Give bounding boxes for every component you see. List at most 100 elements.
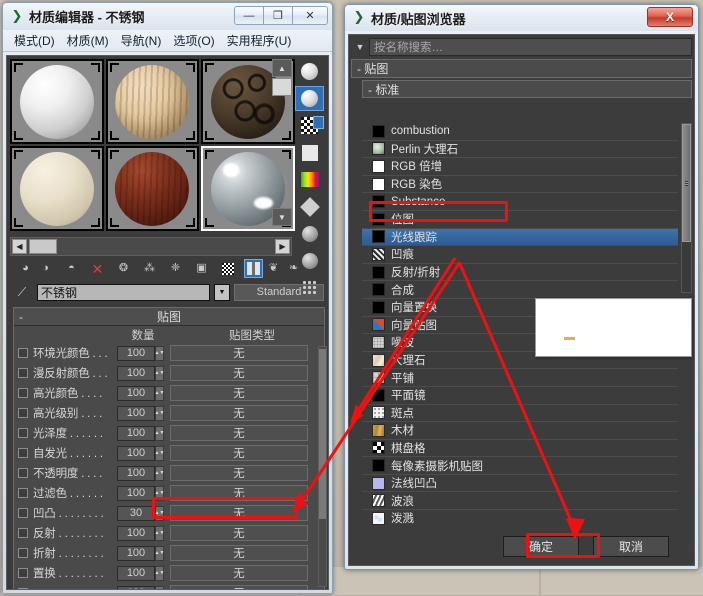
- spinner-icon[interactable]: ▲▼: [155, 365, 164, 381]
- lock-icon[interactable]: [313, 116, 324, 129]
- scroll-right-button[interactable]: ▶: [275, 239, 290, 254]
- map-row-slot-button[interactable]: 无: [170, 445, 308, 461]
- collapse-icon[interactable]: -: [19, 310, 23, 324]
- map-row-slot-button-reflection[interactable]: 无: [170, 525, 308, 541]
- browser-search-row[interactable]: ▼ 按名称搜索…: [349, 35, 694, 56]
- list-item[interactable]: 平面镜: [362, 387, 678, 405]
- list-item[interactable]: 合成: [362, 281, 678, 299]
- map-row-amount[interactable]: 100: [117, 385, 155, 401]
- material-name-field[interactable]: 不锈钢: [37, 283, 210, 301]
- show-map-in-viewport-icon[interactable]: [218, 259, 237, 278]
- spinner-icon[interactable]: ▲▼: [155, 545, 164, 561]
- close-button[interactable]: ✕: [292, 6, 328, 25]
- chevron-down-icon[interactable]: ▼: [351, 42, 369, 52]
- window-controls[interactable]: — ❐ ✕: [234, 6, 328, 25]
- material-editor-titlebar[interactable]: ❯ 材质编辑器 - 不锈钢 — ❐ ✕: [3, 3, 332, 30]
- browser-titlebar[interactable]: ❯ 材质/贴图浏览器 X: [345, 5, 698, 31]
- maps-rollout-header[interactable]: - 贴图: [14, 308, 324, 326]
- map-row-empty-1[interactable]: . . . . . . . . . . . . 100 ▲▼ 无: [14, 583, 324, 589]
- map-row-slot-button[interactable]: 无: [170, 345, 308, 361]
- put-material-to-scene-icon[interactable]: ◑: [36, 259, 55, 278]
- spinner-icon[interactable]: ▲▼: [155, 405, 164, 421]
- list-item[interactable]: combustion: [362, 123, 678, 141]
- list-item[interactable]: RGB 倍增: [362, 158, 678, 176]
- list-item-raytrace-selected[interactable]: 光线跟踪: [362, 228, 678, 247]
- menu-navigation[interactable]: 导航(N): [116, 30, 167, 51]
- map-row-slot-button[interactable]: 无: [170, 585, 308, 589]
- map-row-checkbox[interactable]: [18, 488, 28, 498]
- map-row-slot-button[interactable]: 无: [170, 545, 308, 561]
- map-row-checkbox[interactable]: [18, 388, 28, 398]
- sample-slot-4[interactable]: [10, 146, 104, 231]
- map-row-checkbox[interactable]: [18, 548, 28, 558]
- list-item[interactable]: 法线凹凸: [362, 475, 678, 493]
- maximize-button[interactable]: ❐: [263, 6, 293, 25]
- scroll-thumb[interactable]: [29, 239, 57, 254]
- map-row-checkbox[interactable]: [18, 528, 28, 538]
- backlight-icon[interactable]: [295, 86, 324, 111]
- list-item[interactable]: 斑点: [362, 405, 678, 423]
- map-row-amount[interactable]: 100: [117, 545, 155, 561]
- map-row-checkbox[interactable]: [18, 428, 28, 438]
- menu-utilities[interactable]: 实用程序(U): [222, 30, 297, 51]
- scroll-thumb[interactable]: [682, 124, 691, 242]
- list-item[interactable]: Perlin 大理石: [362, 141, 678, 159]
- video-color-check-icon[interactable]: [295, 167, 324, 192]
- map-row-specular-color[interactable]: 高光颜色 . . . . 100 ▲▼ 无: [14, 383, 324, 403]
- map-row-amount[interactable]: 100: [117, 585, 155, 589]
- material-editor-toolbar[interactable]: ◕ ◑ ◓ ✕ ❂ ⁂ ❈ ▣ ❦ ❧: [7, 256, 328, 281]
- slots-scroll-up-button[interactable]: ▲: [272, 59, 292, 77]
- slots-horizontal-scrollbar[interactable]: ◀ ▶: [10, 237, 292, 256]
- spinner-icon[interactable]: ▲▼: [155, 345, 164, 361]
- search-input[interactable]: 按名称搜索…: [369, 37, 692, 56]
- map-row-slot-button[interactable]: 无: [170, 565, 308, 581]
- map-row-amount[interactable]: 100: [117, 565, 155, 581]
- map-row-amount[interactable]: 100: [117, 445, 155, 461]
- list-item[interactable]: RGB 染色: [362, 176, 678, 194]
- scroll-thumb[interactable]: [319, 349, 326, 519]
- menu-options[interactable]: 选项(O): [168, 30, 219, 51]
- map-row-slot-button[interactable]: 无: [170, 405, 308, 421]
- spinner-icon[interactable]: ▲▼: [155, 525, 164, 541]
- material-map-browser-window[interactable]: ❯ 材质/贴图浏览器 X ▼ 按名称搜索… - 贴图 - 标准 combusti…: [344, 4, 699, 570]
- close-button[interactable]: X: [647, 7, 693, 27]
- eyedropper-icon[interactable]: ⟋: [11, 285, 33, 300]
- material-name-row[interactable]: ⟋ 不锈钢 ▼ Standard: [7, 281, 328, 303]
- map-row-slot-button[interactable]: 无: [170, 425, 308, 441]
- map-row-amount[interactable]: 100: [117, 405, 155, 421]
- map-row-checkbox[interactable]: [18, 508, 28, 518]
- cancel-button[interactable]: 取消: [593, 535, 669, 557]
- map-row-amount[interactable]: 30: [117, 505, 155, 521]
- assign-material-to-selection-icon[interactable]: ◓: [62, 259, 81, 278]
- sample-slot-1[interactable]: [10, 59, 104, 144]
- map-row-self-illumination[interactable]: 自发光 . . . . . . 100 ▲▼ 无: [14, 443, 324, 463]
- make-preview-icon[interactable]: [295, 194, 324, 219]
- map-row-amount[interactable]: 100: [117, 485, 155, 501]
- browser-vertical-scrollbar[interactable]: [681, 123, 692, 293]
- map-row-amount[interactable]: 100: [117, 365, 155, 381]
- spinner-icon[interactable]: ▲▼: [155, 425, 164, 441]
- minimize-button[interactable]: —: [234, 6, 264, 25]
- slots-scroll-down-button[interactable]: ▼: [272, 208, 292, 226]
- map-row-diffuse-color[interactable]: 漫反射颜色 . . . 100 ▲▼ 无: [14, 363, 324, 383]
- map-row-slot-button[interactable]: 无: [170, 385, 308, 401]
- sample-slot-2[interactable]: [105, 59, 200, 144]
- list-item[interactable]: 平铺: [362, 369, 678, 387]
- map-row-ambient-color[interactable]: 环境光颜色 . . . 100 ▲▼ 无: [14, 343, 324, 363]
- material-editor-menubar[interactable]: 模式(D) 材质(M) 导航(N) 选项(O) 实用程序(U): [3, 30, 332, 52]
- map-row-slot-button[interactable]: 无: [170, 365, 308, 381]
- map-row-amount[interactable]: 100: [117, 345, 155, 361]
- sample-slots-grid[interactable]: [10, 59, 295, 231]
- group-header-standard[interactable]: - 标准: [362, 80, 692, 98]
- spinner-icon[interactable]: ▲▼: [155, 445, 164, 461]
- list-item[interactable]: 波浪: [362, 492, 678, 511]
- chevron-down-icon[interactable]: ▼: [214, 283, 230, 301]
- menu-mode[interactable]: 模式(D): [9, 30, 60, 51]
- get-material-icon[interactable]: ◕: [16, 259, 35, 278]
- map-row-amount[interactable]: 100: [117, 525, 155, 541]
- reset-map-icon[interactable]: ✕: [88, 259, 107, 278]
- spinner-icon[interactable]: ▲▼: [155, 565, 164, 581]
- list-item[interactable]: 反射/折射: [362, 264, 678, 282]
- map-row-amount[interactable]: 100: [117, 465, 155, 481]
- list-item[interactable]: 凹痕: [362, 246, 678, 264]
